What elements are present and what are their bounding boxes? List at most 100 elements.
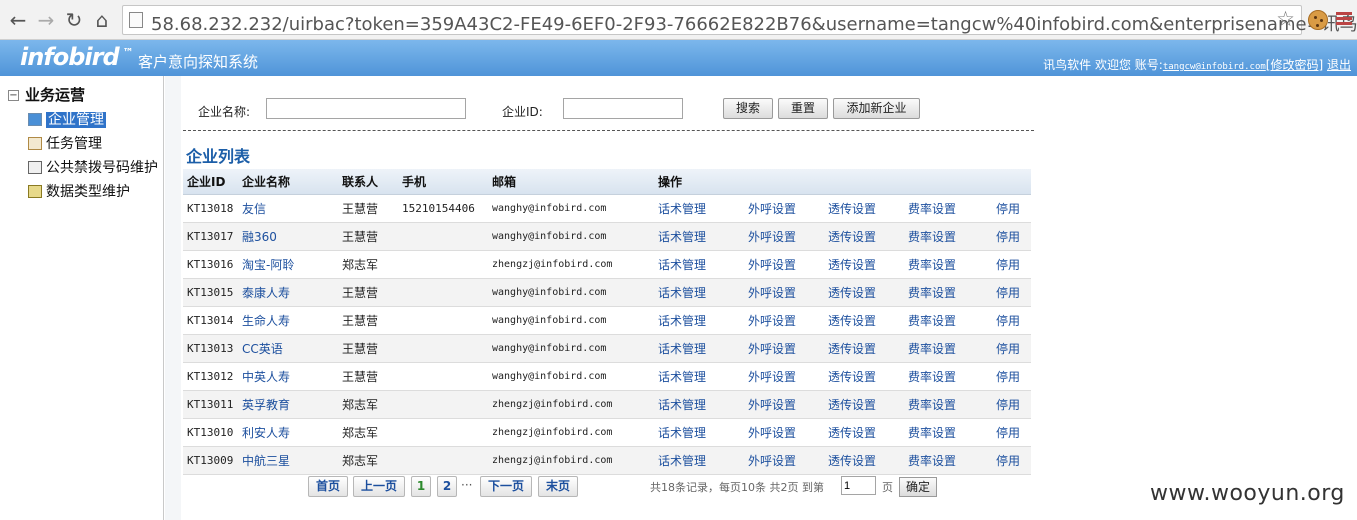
passthrough-settings-link[interactable]: 透传设置 [828, 454, 876, 468]
script-mgmt-link[interactable]: 话术管理 [658, 314, 706, 328]
enterprise-name-link[interactable]: 融360 [242, 230, 277, 244]
cell-phone [398, 222, 488, 251]
disable-link[interactable]: 停用 [996, 202, 1020, 216]
cell-contact: 郑志军 [338, 418, 398, 447]
browser-menu-icon[interactable] [1336, 12, 1352, 26]
outbound-settings-link[interactable]: 外呼设置 [748, 230, 796, 244]
rate-settings-link[interactable]: 费率设置 [908, 370, 956, 384]
collapse-minus-icon[interactable]: − [8, 90, 19, 101]
passthrough-settings-link[interactable]: 透传设置 [828, 286, 876, 300]
enterprise-name-link[interactable]: 友信 [242, 202, 266, 216]
passthrough-settings-link[interactable]: 透传设置 [828, 202, 876, 216]
rate-settings-link[interactable]: 费率设置 [908, 454, 956, 468]
home-icon[interactable]: ⌂ [90, 8, 114, 32]
passthrough-settings-link[interactable]: 透传设置 [828, 370, 876, 384]
enterprise-id-input[interactable] [563, 98, 683, 119]
enterprise-name-link[interactable]: 中英人寿 [242, 370, 290, 384]
passthrough-settings-link[interactable]: 透传设置 [828, 230, 876, 244]
enterprise-name-link[interactable]: 生命人寿 [242, 314, 290, 328]
back-arrow-icon[interactable]: ← [6, 8, 30, 32]
logout-link[interactable]: 退出 [1327, 58, 1351, 72]
script-mgmt-link[interactable]: 话术管理 [658, 202, 706, 216]
script-mgmt-link[interactable]: 话术管理 [658, 370, 706, 384]
bookmark-star-icon[interactable]: ☆ [1276, 7, 1295, 31]
rate-settings-link[interactable]: 费率设置 [908, 286, 956, 300]
rate-settings-link[interactable]: 费率设置 [908, 426, 956, 440]
outbound-settings-link[interactable]: 外呼设置 [748, 258, 796, 272]
sidebar-item-blocked-numbers[interactable]: 公共禁拨号码维护 [28, 157, 158, 177]
cell-phone [398, 278, 488, 307]
tree-root-business-ops[interactable]: − 业务运营 [8, 84, 85, 105]
page-2-button[interactable]: 2 [437, 476, 457, 497]
last-page-button[interactable]: 末页 [538, 476, 578, 497]
reload-icon[interactable]: ↻ [62, 8, 86, 32]
next-page-button[interactable]: 下一页 [480, 476, 532, 497]
passthrough-settings-link[interactable]: 透传设置 [828, 258, 876, 272]
cell-action: 停用 [992, 306, 1031, 335]
sidebar-item-enterprise-mgmt[interactable]: 企业管理 [28, 109, 106, 129]
enterprise-name-link[interactable]: 淘宝-阿聆 [242, 258, 294, 272]
passthrough-settings-link[interactable]: 透传设置 [828, 342, 876, 356]
enterprise-name-input[interactable] [266, 98, 466, 119]
search-button[interactable]: 搜索 [723, 98, 773, 119]
outbound-settings-link[interactable]: 外呼设置 [748, 202, 796, 216]
rate-settings-link[interactable]: 费率设置 [908, 202, 956, 216]
script-mgmt-link[interactable]: 话术管理 [658, 454, 706, 468]
script-mgmt-link[interactable]: 话术管理 [658, 426, 706, 440]
script-mgmt-link[interactable]: 话术管理 [658, 258, 706, 272]
rate-settings-link[interactable]: 费率设置 [908, 230, 956, 244]
script-mgmt-link[interactable]: 话术管理 [658, 286, 706, 300]
rate-settings-link[interactable]: 费率设置 [908, 398, 956, 412]
disable-link[interactable]: 停用 [996, 426, 1020, 440]
add-enterprise-button[interactable]: 添加新企业 [833, 98, 920, 119]
outbound-settings-link[interactable]: 外呼设置 [748, 426, 796, 440]
passthrough-settings-link[interactable]: 透传设置 [828, 426, 876, 440]
splitter[interactable] [165, 76, 181, 520]
go-page-button[interactable]: 确定 [899, 477, 937, 497]
outbound-settings-link[interactable]: 外呼设置 [748, 398, 796, 412]
sidebar-item-task-mgmt[interactable]: 任务管理 [28, 133, 102, 153]
cell-action: 透传设置 [824, 362, 904, 391]
page-1-button[interactable]: 1 [411, 476, 431, 497]
passthrough-settings-link[interactable]: 透传设置 [828, 314, 876, 328]
disable-link[interactable]: 停用 [996, 286, 1020, 300]
cookie-extension-icon[interactable] [1308, 10, 1328, 30]
cell-action: 停用 [992, 222, 1031, 251]
page-number-input[interactable] [841, 476, 876, 495]
enterprise-name-link[interactable]: 英孚教育 [242, 398, 290, 412]
disable-link[interactable]: 停用 [996, 370, 1020, 384]
forward-arrow-icon[interactable]: → [34, 8, 58, 32]
disable-link[interactable]: 停用 [996, 258, 1020, 272]
outbound-settings-link[interactable]: 外呼设置 [748, 370, 796, 384]
first-page-button[interactable]: 首页 [308, 476, 348, 497]
disable-link[interactable]: 停用 [996, 342, 1020, 356]
url-text[interactable]: 58.68.232.232/uirbac?token=359A43C2-FE49… [151, 10, 1357, 36]
outbound-settings-link[interactable]: 外呼设置 [748, 454, 796, 468]
prev-page-button[interactable]: 上一页 [353, 476, 405, 497]
enterprise-name-link[interactable]: CC英语 [242, 342, 283, 356]
enterprise-name-link[interactable]: 利安人寿 [242, 426, 290, 440]
enterprise-name-link[interactable]: 中航三星 [242, 454, 290, 468]
change-password-link[interactable]: 修改密码 [1270, 58, 1318, 72]
sidebar-item-data-types[interactable]: 数据类型维护 [28, 181, 130, 201]
outbound-settings-link[interactable]: 外呼设置 [748, 286, 796, 300]
address-bar[interactable]: 58.68.232.232/uirbac?token=359A43C2-FE49… [122, 5, 1357, 35]
account-link[interactable]: tangcw@infobird.com [1163, 62, 1266, 72]
disable-link[interactable]: 停用 [996, 454, 1020, 468]
outbound-settings-link[interactable]: 外呼设置 [748, 314, 796, 328]
enterprise-name-link[interactable]: 泰康人寿 [242, 286, 290, 300]
cell-email: zhengzj@infobird.com [488, 250, 654, 279]
script-mgmt-link[interactable]: 话术管理 [658, 230, 706, 244]
script-mgmt-link[interactable]: 话术管理 [658, 342, 706, 356]
disable-link[interactable]: 停用 [996, 398, 1020, 412]
outbound-settings-link[interactable]: 外呼设置 [748, 342, 796, 356]
document-icon [28, 161, 42, 174]
reset-button[interactable]: 重置 [778, 98, 828, 119]
rate-settings-link[interactable]: 费率设置 [908, 258, 956, 272]
disable-link[interactable]: 停用 [996, 230, 1020, 244]
rate-settings-link[interactable]: 费率设置 [908, 342, 956, 356]
script-mgmt-link[interactable]: 话术管理 [658, 398, 706, 412]
rate-settings-link[interactable]: 费率设置 [908, 314, 956, 328]
disable-link[interactable]: 停用 [996, 314, 1020, 328]
passthrough-settings-link[interactable]: 透传设置 [828, 398, 876, 412]
